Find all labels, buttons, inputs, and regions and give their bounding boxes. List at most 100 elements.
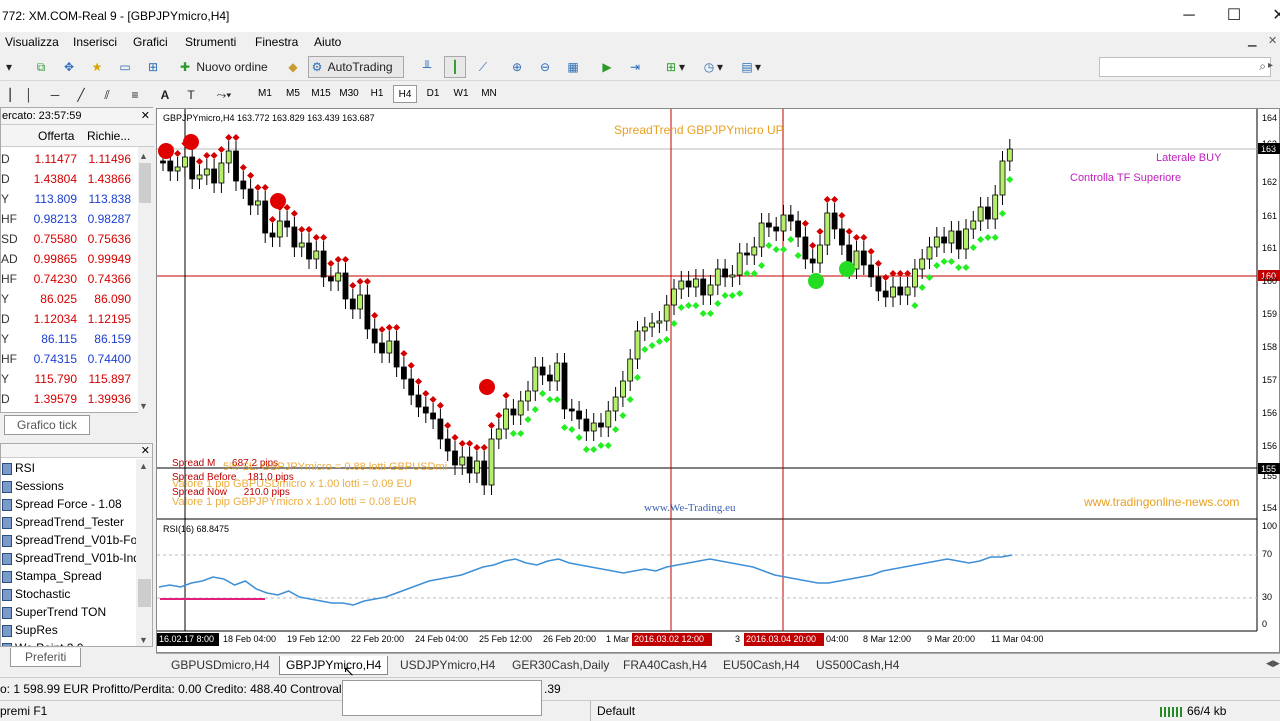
market-watch-scrollbar[interactable]: ▲ ▼ bbox=[138, 147, 153, 413]
navigator-item[interactable]: Spread Force - 1.08 bbox=[1, 495, 122, 513]
window-icon[interactable]: ▭ bbox=[114, 56, 136, 78]
tester-icon[interactable]: ⊞ bbox=[142, 56, 164, 78]
menu-finestra[interactable]: Finestra bbox=[255, 35, 298, 49]
chart-window[interactable]: 163 160 155 GBPJPYmicro,H4 163.772 163.8… bbox=[156, 108, 1280, 653]
zoom-in-icon[interactable]: ⊕ bbox=[506, 56, 528, 78]
line-chart-icon[interactable]: ⟋ bbox=[472, 56, 494, 78]
market-watch-row[interactable]: AD 0.99865 0.99949 bbox=[1, 249, 139, 269]
chart-tab-us500[interactable]: US500Cash,H4 bbox=[810, 656, 905, 675]
close-icon[interactable]: ✕ bbox=[141, 444, 150, 457]
column-ask[interactable]: Richie... bbox=[87, 129, 130, 143]
navigator-item[interactable]: Sessions bbox=[1, 477, 64, 495]
tf-m15[interactable]: M15 bbox=[309, 85, 333, 103]
market-watch-row[interactable]: Y 86.115 86.159 bbox=[1, 329, 139, 349]
scroll-up-icon[interactable]: ▲ bbox=[139, 151, 148, 161]
tabs-scroll-icon[interactable]: ◀▶ bbox=[1266, 658, 1280, 669]
mdi-minimize-icon[interactable]: ▁ bbox=[1248, 34, 1256, 47]
menu-grafici[interactable]: Grafici bbox=[133, 35, 168, 49]
trendline-icon[interactable]: ╱ bbox=[70, 84, 92, 106]
tab-grafico-tick[interactable]: Grafico tick bbox=[4, 415, 91, 435]
chart-tab-gbpusd[interactable]: GBPUSDmicro,H4 bbox=[165, 656, 276, 675]
indicators-dropdown-icon[interactable]: ⊞ ▾ bbox=[658, 56, 690, 78]
market-watch-row[interactable]: D 1.11477 1.11496 bbox=[1, 149, 139, 169]
market-watch-row[interactable]: D 1.43804 1.43866 bbox=[1, 169, 139, 189]
favorites-icon[interactable]: ★ bbox=[86, 56, 108, 78]
chart-tab-usdjpy[interactable]: USDJPYmicro,H4 bbox=[394, 656, 501, 675]
tf-mn[interactable]: MN bbox=[477, 85, 501, 103]
price-chart[interactable]: 163 160 155 bbox=[157, 109, 1280, 654]
maximize-button[interactable]: ☐ bbox=[1211, 0, 1257, 32]
tf-m30[interactable]: M30 bbox=[337, 85, 361, 103]
navigator-item[interactable]: SuperTrend TON bbox=[1, 603, 106, 621]
minimize-button[interactable]: ─ bbox=[1166, 0, 1212, 32]
tf-m5[interactable]: M5 bbox=[281, 85, 305, 103]
tile-windows-icon[interactable]: ▦ bbox=[562, 56, 584, 78]
fibonacci-icon[interactable]: ≡ bbox=[124, 84, 146, 106]
tab-preferiti[interactable]: Preferiti bbox=[10, 648, 82, 667]
chart-shift-icon[interactable]: ⇥ bbox=[624, 56, 646, 78]
market-watch-row[interactable]: D 1.39579 1.39936 bbox=[1, 389, 139, 409]
profiles-icon[interactable]: ⧉ bbox=[30, 56, 52, 78]
menu-strumenti[interactable]: Strumenti bbox=[185, 35, 236, 49]
templates-dropdown-icon[interactable]: ▤ ▾ bbox=[734, 56, 766, 78]
bar-chart-icon[interactable]: ╨ bbox=[416, 56, 438, 78]
text-label-icon[interactable]: T bbox=[180, 84, 202, 106]
metaeditor-icon[interactable]: ◆ bbox=[282, 56, 304, 78]
search-input[interactable]: ⌕ bbox=[1099, 57, 1271, 77]
chart-tab-fra40[interactable]: FRA40Cash,H4 bbox=[617, 656, 713, 675]
scroll-thumb[interactable] bbox=[139, 163, 151, 203]
navigator-item[interactable]: Stochastic bbox=[1, 585, 70, 603]
navigator-move-icon[interactable]: ✥ bbox=[58, 56, 80, 78]
tf-d1[interactable]: D1 bbox=[421, 85, 445, 103]
new-chart-dropdown-icon[interactable]: ▾ bbox=[0, 56, 18, 78]
horizontal-line-icon[interactable]: ─ bbox=[44, 84, 66, 106]
toolbar-menu-icon[interactable]: ▸ bbox=[1268, 60, 1273, 71]
menu-inserisci[interactable]: Inserisci bbox=[73, 35, 117, 49]
tf-m1[interactable]: M1 bbox=[253, 85, 277, 103]
new-order-button[interactable]: ✚ Nuovo ordine bbox=[176, 56, 278, 78]
tf-w1[interactable]: W1 bbox=[449, 85, 473, 103]
tf-h4[interactable]: H4 bbox=[393, 85, 417, 103]
tf-h1[interactable]: H1 bbox=[365, 85, 389, 103]
periods-dropdown-icon[interactable]: ◷ ▾ bbox=[696, 56, 728, 78]
candlestick-icon[interactable]: ┃ bbox=[444, 56, 466, 78]
market-watch-row[interactable]: HF 0.98213 0.98287 bbox=[1, 209, 139, 229]
market-watch-row[interactable]: Y 115.790 115.897 bbox=[1, 369, 139, 389]
chart-tab-gbpjpy[interactable]: GBPJPYmicro,H4 bbox=[279, 656, 389, 675]
search-icon[interactable]: ⌕ bbox=[1259, 59, 1266, 74]
scroll-thumb[interactable] bbox=[138, 579, 151, 607]
auto-scroll-icon[interactable]: ▶ bbox=[596, 56, 618, 78]
navigator-item[interactable]: SpreadTrend_V01b-For bbox=[1, 531, 141, 549]
arrows-dropdown-icon[interactable]: ⤳▾ bbox=[208, 84, 240, 106]
market-watch-row[interactable]: Y 86.025 86.090 bbox=[1, 289, 139, 309]
scroll-down-icon[interactable]: ▼ bbox=[139, 401, 148, 411]
chart-tab-ger30[interactable]: GER30Cash,Daily bbox=[506, 656, 615, 675]
navigator-item[interactable]: SpreadTrend_V01b-Ind bbox=[1, 549, 140, 567]
navigator-item[interactable]: RSI bbox=[1, 459, 35, 477]
close-icon[interactable]: ✕ bbox=[141, 108, 150, 125]
scroll-down-icon[interactable]: ▼ bbox=[139, 635, 148, 645]
chart-tab-eu50[interactable]: EU50Cash,H4 bbox=[717, 656, 806, 675]
vertical-line-icon[interactable]: │ bbox=[18, 84, 40, 106]
menu-visualizza[interactable]: Visualizza bbox=[5, 35, 59, 49]
scroll-up-icon[interactable]: ▲ bbox=[139, 461, 148, 471]
navigator-item[interactable]: SpreadTrend_Tester bbox=[1, 513, 124, 531]
mdi-close-icon[interactable]: ✕ bbox=[1268, 34, 1277, 47]
column-bid[interactable]: Offerta bbox=[38, 129, 74, 143]
market-watch-row[interactable]: Y 113.809 113.838 bbox=[1, 189, 139, 209]
menu-aiuto[interactable]: Aiuto bbox=[314, 35, 341, 49]
navigator-item[interactable]: We Point 2.0 bbox=[1, 639, 83, 646]
close-button[interactable]: ✕ bbox=[1256, 0, 1280, 32]
zoom-out-icon[interactable]: ⊖ bbox=[534, 56, 556, 78]
text-tool-icon[interactable]: A bbox=[154, 84, 176, 106]
market-watch-row[interactable]: HF 0.74315 0.74400 bbox=[1, 349, 139, 369]
market-watch-row[interactable]: SD 0.75580 0.75636 bbox=[1, 229, 139, 249]
navigator-item[interactable]: Stampa_Spread bbox=[1, 567, 102, 585]
cursor-icon[interactable]: ▕ bbox=[0, 84, 12, 106]
autotrading-button[interactable]: ⚙ AutoTrading bbox=[308, 56, 404, 78]
navigator-scrollbar[interactable]: ▲ ▼ bbox=[136, 459, 152, 646]
market-watch-row[interactable]: D 1.12034 1.12195 bbox=[1, 309, 139, 329]
market-watch-row[interactable]: HF 0.74230 0.74366 bbox=[1, 269, 139, 289]
channel-icon[interactable]: ⫽ bbox=[96, 84, 118, 106]
navigator-item[interactable]: SupRes bbox=[1, 621, 58, 639]
